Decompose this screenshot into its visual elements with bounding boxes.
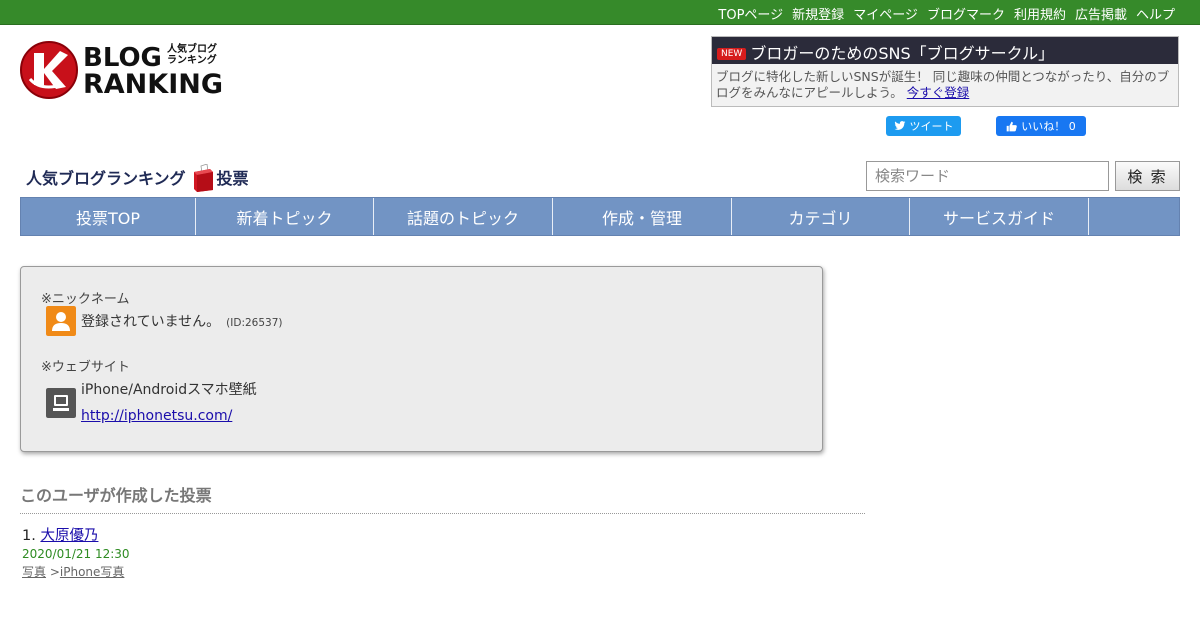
promo-title[interactable]: ブロガーのためのSNS「ブログサークル」 — [750, 44, 1054, 63]
section-title-main: 人気ブログランキング — [26, 169, 186, 188]
nav-category[interactable]: カテゴリ — [732, 198, 910, 235]
nav-service-guide[interactable]: サービスガイド — [910, 198, 1089, 235]
divider — [20, 513, 865, 514]
website-name: iPhone/Androidスマホ壁紙 — [81, 382, 257, 398]
category-link[interactable]: 写真 — [22, 565, 46, 579]
sns-promo-box: NEW ブロガーのためのSNS「ブログサークル」 ブログに特化した新しいSNSが誕… — [711, 36, 1179, 107]
vote-title-link[interactable]: 大原優乃 — [40, 528, 98, 544]
list-item: 1. 大原優乃 2020/01/21 12:30 写真 >iPhone写真 — [22, 524, 130, 580]
nav-hot-topics[interactable]: 話題のトピック — [374, 198, 553, 235]
top-nav-top[interactable]: TOPページ — [718, 8, 783, 23]
nav-vote-top[interactable]: 投票TOP — [21, 198, 196, 235]
promo-header: NEW ブロガーのためのSNS「ブログサークル」 — [712, 37, 1178, 64]
vote-date: 2020/01/21 12:30 — [22, 547, 130, 561]
facebook-like-button[interactable]: いいね！ 0 — [996, 116, 1086, 136]
twitter-bird-icon — [893, 121, 905, 130]
nickname-label: ※ニックネーム — [41, 292, 130, 307]
main-nav: 投票TOP 新着トピック 話題のトピック 作成・管理 カテゴリ サービスガイド — [20, 197, 1180, 236]
tweet-button[interactable]: ツイート — [886, 116, 961, 136]
top-nav-blogmark[interactable]: ブログマーク — [927, 8, 1005, 23]
search-input[interactable] — [866, 161, 1109, 191]
top-nav-register[interactable]: 新規登録 — [792, 8, 844, 23]
section-title[interactable]: 人気ブログランキング 投票 — [26, 160, 249, 192]
subcategory-link[interactable]: iPhone写真 — [60, 565, 125, 579]
blog-ranking-logo-icon — [20, 41, 78, 99]
user-profile-box: ※ニックネーム 登録されていません。 (ID:26537) ※ウェブサイト iPh… — [20, 266, 823, 452]
nav-new-topics[interactable]: 新着トピック — [196, 198, 374, 235]
tweet-label: ツイート — [909, 120, 954, 133]
vote-number: 1. — [22, 528, 36, 544]
promo-body: ブログに特化した新しいSNSが誕生！ 同じ趣味の仲間とつながったり、自分のブログ… — [712, 64, 1178, 101]
top-bar: TOPページ 新規登録 マイページ ブログマーク 利用規約 広告掲載 ヘルプ — [0, 0, 1200, 25]
new-badge: NEW — [717, 48, 747, 60]
user-id: (ID:26537) — [226, 317, 283, 329]
site-logo[interactable]: BLOG RANKING 人気ブログ ランキング — [20, 40, 225, 102]
computer-icon — [46, 388, 76, 418]
nav-empty — [1089, 198, 1179, 235]
top-nav: TOPページ 新規登録 マイページ ブログマーク 利用規約 広告掲載 ヘルプ — [718, 4, 1175, 23]
logo-subtitle: 人気ブログ ランキング — [167, 44, 217, 66]
top-nav-help[interactable]: ヘルプ — [1136, 8, 1175, 23]
thumbs-up-icon — [1006, 121, 1018, 131]
website-label: ※ウェブサイト — [41, 360, 130, 375]
nickname-value: 登録されていません。 — [81, 314, 221, 330]
promo-register-link[interactable]: 今すぐ登録 — [907, 85, 970, 100]
like-label: いいね！ 0 — [1021, 120, 1076, 133]
top-nav-ads[interactable]: 広告掲載 — [1075, 8, 1127, 23]
vote-category: 写真 >iPhone写真 — [22, 563, 130, 580]
top-nav-terms[interactable]: 利用規約 — [1014, 8, 1066, 23]
logo-word-ranking: RANKING — [83, 69, 224, 100]
nickname-row: 登録されていません。 (ID:26537) — [81, 311, 283, 331]
website-url-link[interactable]: http://iphonetsu.com/ — [81, 408, 232, 424]
ballot-box-icon — [193, 164, 213, 192]
category-separator: > — [49, 565, 60, 579]
search-button[interactable]: 検 索 — [1115, 161, 1180, 191]
top-nav-mypage[interactable]: マイページ — [853, 8, 918, 23]
user-avatar-icon — [46, 306, 76, 336]
created-votes-heading: このユーザが作成した投票 — [20, 486, 212, 505]
nav-create-manage[interactable]: 作成・管理 — [553, 198, 732, 235]
section-title-vote: 投票 — [216, 169, 249, 188]
